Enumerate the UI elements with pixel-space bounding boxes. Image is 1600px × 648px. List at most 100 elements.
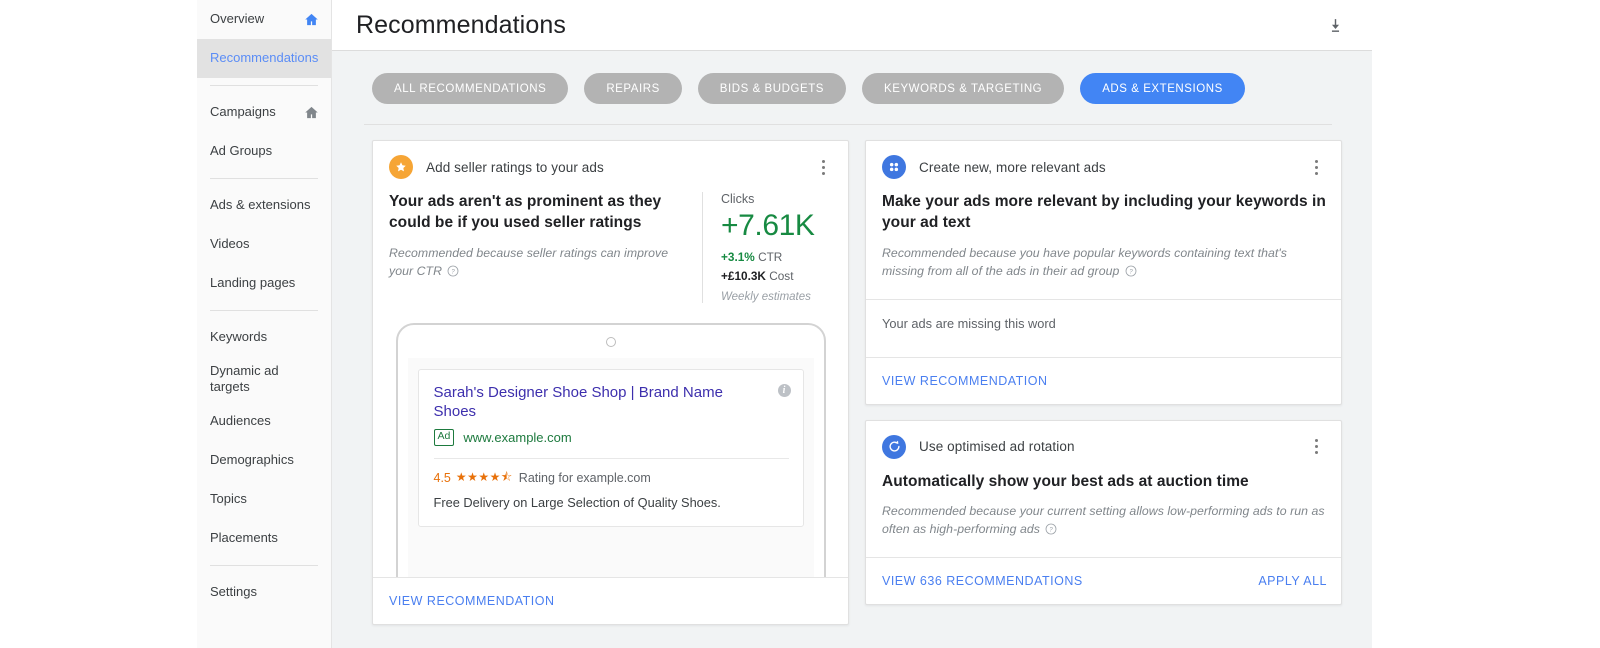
more-options-icon[interactable] <box>1305 154 1327 180</box>
help-icon[interactable]: ? <box>1045 523 1057 541</box>
sidebar-item-ads-extensions[interactable]: Ads & extensions <box>197 186 331 225</box>
home-icon <box>304 12 319 27</box>
sidebar-item-landing-pages[interactable]: Landing pages <box>197 264 331 303</box>
main-content: Recommendations ALL RECOMMENDATIONS REPA… <box>332 0 1372 648</box>
sidebar-item-audiences[interactable]: Audiences <box>197 402 331 441</box>
ad-preview-card: i Sarah's Designer Shoe Shop | Brand Nam… <box>417 368 804 527</box>
card-title: Your ads aren't as prominent as they cou… <box>389 193 662 231</box>
sidebar-item-label: Ads & extensions <box>210 197 311 213</box>
stat-ctr: +3.1% CTR <box>721 250 834 264</box>
card-ad-rotation: Use optimised ad rotation Automatically … <box>865 419 1342 606</box>
card-kicker: Add seller ratings to your ads <box>426 159 604 175</box>
stat-note: Weekly estimates <box>721 290 811 303</box>
home-icon <box>304 105 319 120</box>
sidebar-item-label: Campaigns <box>210 104 276 120</box>
sidebar-divider <box>210 85 318 86</box>
stat-ctr-value: +3.1% <box>721 249 755 264</box>
card-reason: Recommended because seller ratings can i… <box>389 245 688 283</box>
card-header: Use optimised ad rotation <box>866 421 1341 468</box>
stat-cost-label: Cost <box>769 268 794 283</box>
more-options-icon[interactable] <box>1305 434 1327 460</box>
sidebar-item-label: Audiences <box>210 412 271 428</box>
phone-screen: i Sarah's Designer Shoe Shop | Brand Nam… <box>407 357 814 577</box>
sidebar-item-campaigns[interactable]: Campaigns <box>197 93 331 132</box>
sidebar-item-demographics[interactable]: Demographics <box>197 441 331 480</box>
sidebar-item-placements[interactable]: Placements <box>197 519 331 558</box>
svg-text:?: ? <box>1129 269 1133 275</box>
sidebar-item-videos[interactable]: Videos <box>197 225 331 264</box>
sidebar-item-label: Landing pages <box>210 275 296 291</box>
card-seller-ratings: Add seller ratings to your ads Your ads … <box>372 140 849 625</box>
sidebar-item-recommendations[interactable]: Recommendations <box>197 39 331 78</box>
more-options-icon[interactable] <box>812 154 834 180</box>
sidebar-item-keywords[interactable]: Keywords <box>197 318 331 357</box>
sidebar-divider <box>210 310 318 311</box>
card-reason-text: Recommended because you have popular key… <box>882 245 1287 278</box>
info-icon[interactable]: i <box>777 383 791 397</box>
apply-all-button[interactable]: APPLY ALL <box>1258 568 1327 594</box>
sidebar-divider <box>210 564 318 566</box>
recommendation-cards: Add seller ratings to your ads Your ads … <box>332 125 1372 625</box>
ad-divider <box>433 457 789 459</box>
sidebar-item-topics[interactable]: Topics <box>197 480 331 519</box>
sidebar-item-ad-groups[interactable]: Ad Groups <box>197 132 331 171</box>
sidebar-item-label: Overview <box>210 11 265 27</box>
sidebar-item-label: Keywords <box>210 329 268 345</box>
card-main: Your ads aren't as prominent as they cou… <box>389 192 688 303</box>
ad-seller-rating: 4.5 ★★★★⯪ Rating for example.com <box>434 468 789 489</box>
stat-cost: +£10.3K Cost <box>721 269 834 283</box>
card-reason-text: Recommended because seller ratings can i… <box>389 245 669 278</box>
download-icon[interactable] <box>1320 10 1350 40</box>
ad-description: Free Delivery on Large Selection of Qual… <box>433 494 721 510</box>
sidebar-item-settings[interactable]: Settings <box>197 573 331 612</box>
card-kicker: Use optimised ad rotation <box>919 439 1075 454</box>
card-title: Automatically show your best ads at auct… <box>882 472 1249 490</box>
stat-metric-label: Clicks <box>721 192 755 206</box>
stat-cost-value: +£10.3K <box>721 268 766 283</box>
grid-dots-icon <box>882 155 906 179</box>
filter-chip-row: ALL RECOMMENDATIONS REPAIRS BIDS & BUDGE… <box>332 51 1372 104</box>
card-subsection: Your ads are missing this word <box>866 298 1341 357</box>
card-body: Automatically show your best ads at auct… <box>866 468 1341 558</box>
help-icon[interactable]: ? <box>447 265 459 283</box>
content-header: Recommendations <box>332 0 1372 51</box>
sidebar-item-overview[interactable]: Overview <box>197 0 331 39</box>
sidebar-item-dynamic-ad-targets[interactable]: Dynamic ad targets <box>197 357 331 402</box>
svg-text:?: ? <box>1050 528 1054 534</box>
view-recommendation-button[interactable]: VIEW RECOMMENDATION <box>389 588 555 614</box>
card-footer: VIEW 636 RECOMMENDATIONS APPLY ALL <box>866 557 1341 604</box>
view-recommendation-button[interactable]: VIEW RECOMMENDATION <box>882 368 1048 394</box>
card-relevant-ads: Create new, more relevant ads Make your … <box>865 140 1342 405</box>
phone-camera-dot <box>605 336 616 347</box>
phone-mockup: i Sarah's Designer Shoe Shop | Brand Nam… <box>395 322 826 577</box>
card-reason: Recommended because you have popular key… <box>882 245 1327 283</box>
chip-keywords-targeting[interactable]: KEYWORDS & TARGETING <box>862 73 1065 104</box>
header-actions <box>1320 10 1350 40</box>
stat-metric-value: +7.61K <box>721 209 815 242</box>
star-icon <box>389 155 413 179</box>
chip-repairs[interactable]: REPAIRS <box>584 73 682 104</box>
sidebar-item-label: Dynamic ad targets <box>210 363 279 395</box>
page-title: Recommendations <box>356 10 566 39</box>
chip-all-recommendations[interactable]: ALL RECOMMENDATIONS <box>372 73 569 104</box>
chip-bids-budgets[interactable]: BIDS & BUDGETS <box>697 73 846 104</box>
chip-ads-extensions[interactable]: ADS & EXTENSIONS <box>1080 73 1245 104</box>
sidebar-item-label: Placements <box>210 529 278 545</box>
sidebar-item-label: Demographics <box>210 451 294 467</box>
rating-stars-icon: ★★★★⯪ <box>455 469 513 484</box>
rating-number: 4.5 <box>433 471 451 485</box>
help-icon[interactable]: ? <box>1125 265 1137 283</box>
card-footer: VIEW RECOMMENDATION <box>373 576 848 624</box>
card-body: Your ads aren't as prominent as they cou… <box>373 188 848 319</box>
view-recommendations-button[interactable]: VIEW 636 RECOMMENDATIONS <box>882 568 1083 594</box>
card-main: Automatically show your best ads at auct… <box>882 472 1327 542</box>
recommendations-page: Overview Recommendations Campaigns Ad Gr… <box>0 0 1600 648</box>
ad-url-row: Ad www.example.com <box>433 429 789 446</box>
sidebar-divider <box>210 178 318 179</box>
card-body: Make your ads more relevant by including… <box>866 188 1341 299</box>
ad-headline[interactable]: Sarah's Designer Shoe Shop | Brand Name … <box>434 383 789 423</box>
sidebar-item-label: Settings <box>210 583 257 599</box>
card-header: Create new, more relevant ads <box>866 141 1341 188</box>
card-main: Make your ads more relevant by including… <box>882 192 1327 283</box>
stat-ctr-label: CTR <box>758 249 783 264</box>
